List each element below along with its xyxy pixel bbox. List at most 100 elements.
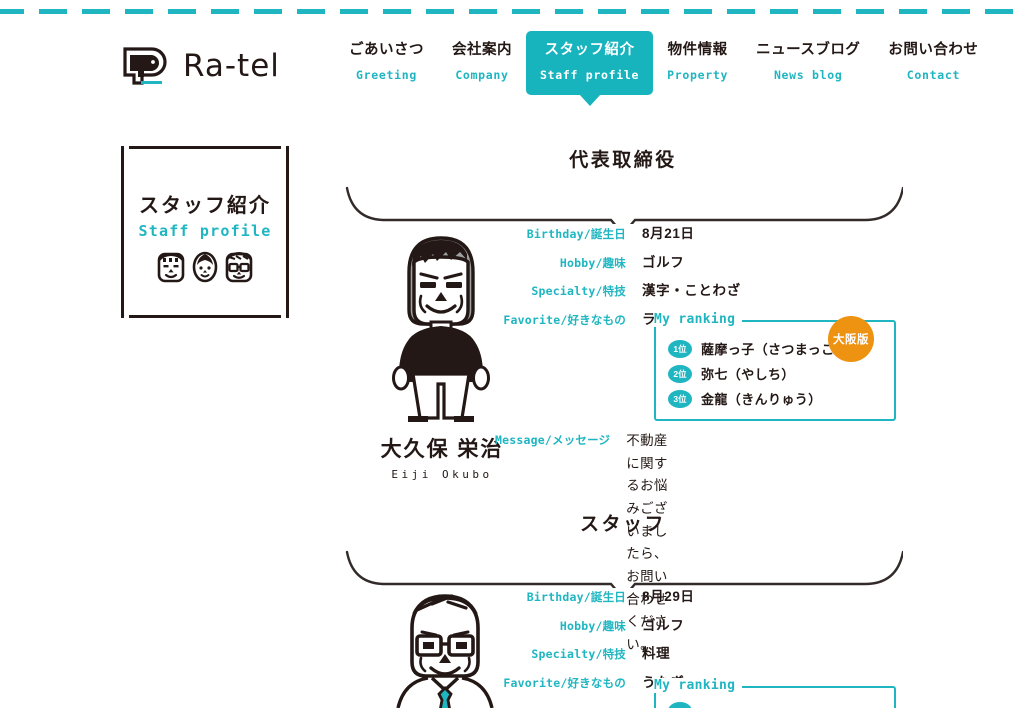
- rank-item-partial: [668, 702, 884, 708]
- dash-segment: [168, 9, 196, 14]
- nav-company[interactable]: 会社案内 Company: [438, 34, 526, 92]
- section-heading-staff: スタッフ: [343, 509, 903, 588]
- detail-value: 料理: [642, 646, 671, 661]
- nav-label-en: Greeting: [356, 67, 417, 82]
- detail-value: ゴルフ: [642, 617, 685, 633]
- nav-label-en: Company: [455, 67, 509, 82]
- bear-logo-icon: [122, 46, 170, 86]
- sidebar-staff-card: スタッフ紹介 Staff profile: [121, 146, 289, 318]
- dash-segment: [426, 9, 454, 14]
- dash-segment: [0, 9, 24, 14]
- rank-badge: 2位: [668, 364, 692, 383]
- nav-label-en: News blog: [773, 67, 843, 82]
- card-border-top: [129, 146, 281, 149]
- glasses-man-face-icon: [224, 250, 254, 289]
- card-border-bottom: [129, 315, 281, 318]
- nav-label-ja: 会社案内: [452, 42, 512, 58]
- dash-segment: [727, 9, 755, 14]
- dash-segment: [641, 9, 669, 14]
- nav-label-ja: ごあいさつ: [349, 42, 424, 58]
- detail-label: Favorite/好きなもの: [503, 675, 626, 690]
- dash-segment: [813, 9, 841, 14]
- section-bracket-decoration: [345, 550, 903, 588]
- detail-label: Hobby/趣味: [559, 618, 626, 633]
- nav-label-ja: お問い合わせ: [888, 42, 979, 58]
- logo-wordmark: Ra-tel: [183, 48, 280, 84]
- dash-segment: [39, 9, 67, 14]
- dash-segment: [555, 9, 583, 14]
- osaka-edition-badge: 大阪版: [828, 316, 874, 362]
- site-header: Ra-tel ごあいさつ Greeting 会社案内 Company スタッフ紹介 Sta…: [0, 31, 1024, 104]
- page-root: Ra-tel ごあいさつ Greeting 会社案内 Company スタッフ紹介 Sta…: [0, 0, 1024, 708]
- dash-segment: [942, 9, 970, 14]
- woman-face-icon: [190, 250, 220, 289]
- man-face-icon: [156, 250, 186, 289]
- rank-text: 金龍（きんりゅう）: [701, 392, 822, 407]
- rank-text: 薩摩っ子（さつまっこ）: [701, 342, 848, 357]
- dash-segment: [340, 9, 368, 14]
- nav-staff-profile[interactable]: スタッフ紹介 Staff profile: [526, 31, 654, 96]
- detail-row: Birthday/誕生日 8月29日: [495, 585, 695, 605]
- sidebar-title-ja: スタッフ紹介: [139, 195, 271, 217]
- dash-segment: [125, 9, 153, 14]
- dash-segment: [469, 9, 497, 14]
- dash-segment: [211, 9, 239, 14]
- nav-label-ja: ニュースブログ: [756, 42, 861, 58]
- rank-badge: [668, 702, 692, 708]
- nav-greeting[interactable]: ごあいさつ Greeting: [335, 34, 438, 92]
- detail-label: Birthday/誕生日: [526, 227, 626, 241]
- detail-value: 8月29日: [642, 589, 695, 604]
- section-heading-director: 代表取締役: [343, 145, 903, 224]
- nav-label-en: Staff profile: [540, 67, 640, 82]
- message-label: Message/メッセージ: [495, 433, 611, 447]
- nav-news-blog[interactable]: ニュースブログ News blog: [742, 34, 874, 92]
- detail-label: Specialty/特技: [531, 647, 626, 661]
- sidebar-face-icons: [121, 250, 289, 289]
- dash-segment: [985, 9, 1013, 14]
- nav-label-ja: スタッフ紹介: [544, 42, 635, 58]
- detail-value: 8月21日: [642, 226, 695, 241]
- detail-value: 漢字・ことわざ: [642, 283, 741, 298]
- glasses-teal-tie-avatar: [386, 588, 504, 708]
- rank-item: 3位 金龍（きんりゅう）: [668, 389, 884, 408]
- dash-segment: [512, 9, 540, 14]
- detail-label: Favorite/好きなもの: [503, 312, 626, 327]
- my-ranking-label: My ranking: [654, 678, 743, 693]
- rank-badge: 1位: [668, 339, 692, 358]
- detail-value: ゴルフ: [642, 254, 685, 270]
- dash-segment: [297, 9, 325, 14]
- top-dashed-rule: [0, 9, 1024, 14]
- dash-segment: [684, 9, 712, 14]
- detail-row: Specialty/特技 漢字・ことわざ: [495, 279, 741, 299]
- nav-label-en: Contact: [906, 67, 961, 82]
- detail-row: Birthday/誕生日 8月21日: [495, 222, 741, 242]
- detail-row: Hobby/趣味 ゴルフ: [495, 614, 695, 634]
- sidebar-title-en: Staff profile: [138, 222, 272, 240]
- main-navigation: ごあいさつ Greeting 会社案内 Company スタッフ紹介 Staff prof…: [335, 31, 992, 96]
- detail-label: Specialty/特技: [531, 284, 626, 298]
- site-logo[interactable]: Ra-tel: [122, 46, 280, 86]
- dash-segment: [856, 9, 884, 14]
- detail-row: Specialty/特技 料理: [495, 642, 695, 662]
- dash-segment: [254, 9, 282, 14]
- nav-contact[interactable]: お問い合わせ Contact: [874, 34, 992, 92]
- detail-row: Hobby/趣味 ゴルフ: [495, 251, 741, 271]
- dash-segment: [82, 9, 110, 14]
- dash-segment: [383, 9, 411, 14]
- gray-hair-black-shirt-avatar: [381, 226, 501, 431]
- dash-segment: [770, 9, 798, 14]
- nav-property[interactable]: 物件情報 Property: [653, 34, 742, 92]
- nav-label-en: Property: [667, 67, 729, 82]
- detail-label: Hobby/趣味: [559, 255, 626, 270]
- my-ranking-label: My ranking: [654, 312, 743, 327]
- rank-text: 弥七（やしち）: [701, 367, 795, 382]
- detail-label: Birthday/誕生日: [526, 590, 626, 604]
- rank-item: 2位 弥七（やしち）: [668, 364, 884, 383]
- section-title: スタッフ: [579, 514, 666, 535]
- section-title: 代表取締役: [569, 150, 677, 171]
- nav-label-ja: 物件情報: [667, 42, 728, 58]
- dash-segment: [899, 9, 927, 14]
- rank-badge: 3位: [668, 389, 692, 408]
- section-bracket-decoration: [345, 186, 903, 224]
- dash-segment: [598, 9, 626, 14]
